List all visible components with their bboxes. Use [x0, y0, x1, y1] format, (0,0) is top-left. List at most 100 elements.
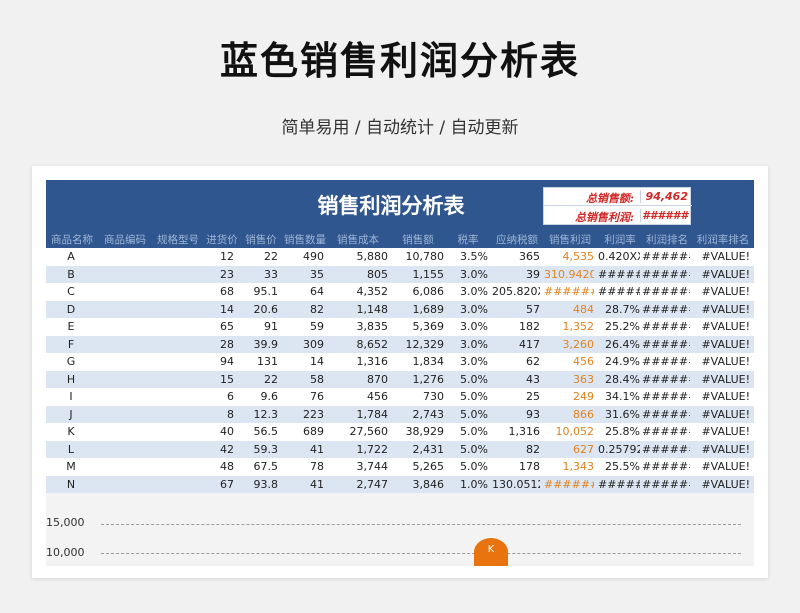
table-row[interactable]: M 48 67.5 78 3,744 5,265 5.0% 178 1,343 25.5% ####…	[46, 458, 754, 476]
table-cell[interactable]: 1,276	[392, 373, 445, 387]
table-cell[interactable]: 9.6	[240, 390, 279, 404]
table-cell[interactable]: 182	[492, 320, 540, 334]
table-row[interactable]: F 28 39.9 309 8,652 12,329 3.0% 417 3,260 26.4% ##…	[46, 335, 754, 353]
table-cell[interactable]: 417	[492, 338, 540, 352]
table-cell[interactable]: 2,743	[392, 408, 445, 422]
table-cell[interactable]: #VALUE!	[694, 320, 750, 334]
table-cell[interactable]: 3,835	[328, 320, 389, 334]
table-row[interactable]: D 14 20.682 1,1481,6893.0% 57 484 28.7%#######…	[46, 300, 754, 318]
table-cell[interactable]: #####	[598, 285, 640, 299]
table-cell[interactable]: 866	[544, 408, 594, 422]
table-cell[interactable]: 42	[204, 443, 234, 457]
table-cell[interactable]: #######	[642, 390, 690, 404]
table-cell[interactable]	[98, 373, 150, 387]
table-cell[interactable]	[152, 285, 202, 299]
table-cell[interactable]: 94	[204, 355, 234, 369]
table-cell[interactable]: #######	[642, 460, 690, 474]
table-cell[interactable]: #VALUE!	[694, 285, 750, 299]
table-cell[interactable]	[98, 460, 150, 474]
table-cell[interactable]: 0.25792	[598, 443, 640, 457]
table-cell[interactable]: 689	[282, 425, 324, 439]
table-cell[interactable]: 62	[492, 355, 540, 369]
table-cell[interactable]	[98, 338, 150, 352]
table-cell[interactable]: 8,652	[328, 338, 389, 352]
table-row[interactable]: N6793.8412,7473,8461.0%130.05120########…	[46, 475, 754, 493]
table-cell[interactable]: 5.0%	[448, 443, 488, 457]
table-cell[interactable]: #######	[642, 373, 690, 387]
table-cell[interactable]: 1,316	[328, 355, 389, 369]
table-cell[interactable]: 14	[204, 303, 234, 317]
table-cell[interactable]: 223	[282, 408, 324, 422]
table-row[interactable]: E 65 91 59 3,835 5,369 3.0% 182 1,352 25.2% ##### #…	[46, 318, 754, 336]
table-cell[interactable]: 3.0%	[448, 268, 488, 282]
table-cell[interactable]: #######	[642, 425, 690, 439]
table-cell[interactable]: L	[46, 443, 96, 457]
table-cell[interactable]: 456	[328, 390, 388, 404]
table-cell[interactable]	[152, 250, 202, 264]
table-cell[interactable]: 39.9	[240, 338, 279, 352]
table-cell[interactable]: 5,369	[392, 320, 445, 334]
table-cell[interactable]: 76	[282, 390, 324, 404]
table-cell[interactable]	[152, 390, 202, 404]
table-cell[interactable]	[98, 355, 150, 369]
table-cell[interactable]	[98, 390, 150, 404]
table-cell[interactable]: 870	[328, 373, 388, 387]
table-cell[interactable]: 27,560	[328, 425, 389, 439]
table-cell[interactable]	[98, 320, 150, 334]
table-cell[interactable]: #######	[642, 285, 690, 299]
table-cell[interactable]: D	[46, 303, 96, 317]
table-cell[interactable]: 59.3	[240, 443, 279, 457]
table-cell[interactable]: 28	[204, 338, 234, 352]
table-cell[interactable]: 12,329	[392, 338, 445, 352]
table-row[interactable]: J 8 12.3223 1,7842,7435.0% 93 866 31.6%#######…	[46, 405, 754, 423]
table-cell[interactable]: 3,260	[544, 338, 595, 352]
table-cell[interactable]: 1.0%	[448, 478, 488, 492]
table-cell[interactable]: 22	[240, 250, 278, 264]
table-cell[interactable]: 12.3	[240, 408, 279, 422]
table-cell[interactable]: B	[46, 268, 96, 282]
table-cell[interactable]: 67	[204, 478, 234, 492]
table-row[interactable]: G 94 131 14 1,3161,8343.0% 62 456 24.9%####### #…	[46, 353, 754, 371]
table-cell[interactable]: 15	[204, 373, 234, 387]
table-cell[interactable]	[98, 408, 150, 422]
table-cell[interactable]: 93.8	[240, 478, 279, 492]
table-cell[interactable]: 3.5%	[448, 250, 488, 264]
table-cell[interactable]: #VALUE!	[694, 355, 750, 369]
table-cell[interactable]	[98, 425, 150, 439]
table-cell[interactable]: 82	[282, 303, 324, 317]
table-cell[interactable]: 1,155	[392, 268, 445, 282]
table-cell[interactable]: #VALUE!	[694, 390, 750, 404]
column-header[interactable]: 商品名称	[46, 232, 98, 246]
table-cell[interactable]: 43	[492, 373, 540, 387]
column-header[interactable]: 利润率	[598, 232, 642, 246]
table-cell[interactable]: 28.7%	[598, 303, 640, 317]
table-cell[interactable]: 41	[282, 443, 324, 457]
table-cell[interactable]: 33	[240, 268, 278, 282]
table-cell[interactable]: #VALUE!	[694, 443, 750, 457]
table-cell[interactable]: 93	[492, 408, 540, 422]
table-cell[interactable]	[152, 268, 202, 282]
table-cell[interactable]: 5.0%	[448, 408, 488, 422]
table-cell[interactable]: H	[46, 373, 96, 387]
table-cell[interactable]: 249	[544, 390, 594, 404]
table-cell[interactable]: 805	[328, 268, 388, 282]
table-cell[interactable]: #VALUE!	[694, 478, 750, 492]
table-cell[interactable]: 5,265	[392, 460, 445, 474]
table-cell[interactable]	[152, 408, 202, 422]
table-cell[interactable]: #######	[642, 303, 690, 317]
column-header[interactable]: 规格型号	[152, 232, 204, 246]
column-header[interactable]: 商品编码	[98, 232, 152, 246]
column-header[interactable]: 利润率排名	[694, 232, 752, 246]
table-cell[interactable]: 59	[282, 320, 324, 334]
table-cell[interactable]: #######	[642, 268, 690, 282]
table-cell[interactable]: 20.6	[240, 303, 279, 317]
table-cell[interactable]: K	[46, 425, 96, 439]
table-cell[interactable]	[98, 443, 150, 457]
table-cell[interactable]: 95.1	[240, 285, 279, 299]
table-cell[interactable]: 23	[204, 268, 234, 282]
table-cell[interactable]	[152, 338, 202, 352]
table-cell[interactable]	[152, 303, 202, 317]
table-cell[interactable]: 56.5	[240, 425, 279, 439]
table-cell[interactable]: #######	[642, 408, 690, 422]
table-cell[interactable]: 35	[282, 268, 324, 282]
